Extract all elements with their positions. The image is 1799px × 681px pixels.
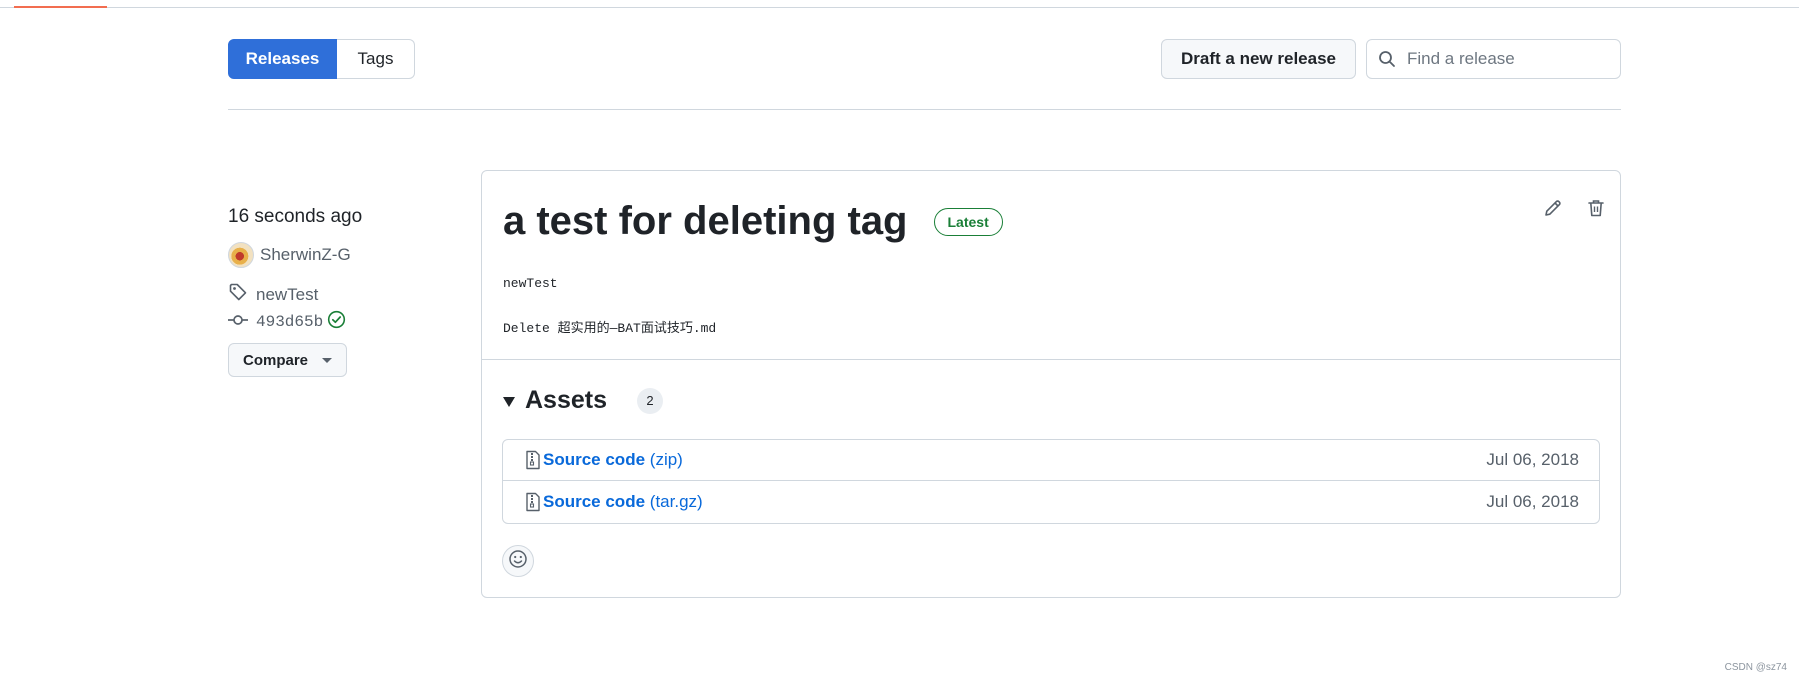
release-title-row: a test for deleting tag Latest [503, 199, 1003, 244]
caret-down-icon [322, 357, 333, 363]
watermark: CSDN @sz74 [1724, 662, 1787, 673]
trash-icon[interactable] [1581, 193, 1611, 223]
release-tag[interactable]: newTest [228, 282, 318, 307]
assets-count-badge: 2 [637, 387, 663, 414]
find-release-search [1366, 39, 1621, 79]
triangle-down-icon [503, 396, 515, 407]
release-commit[interactable]: 493d65b [228, 310, 346, 334]
release-notes: newTest Delete 超实用的—BAT面试技巧.md [503, 274, 716, 364]
header-divider [228, 109, 1621, 110]
file-zip-icon [525, 492, 541, 512]
check-circle-icon[interactable] [327, 310, 346, 334]
search-icon [1367, 40, 1407, 78]
list-item: Source code (zip) Jul 06, 2018 [503, 440, 1599, 481]
tag-icon [228, 282, 248, 307]
assets-toggle[interactable]: Assets 2 [503, 386, 663, 415]
tab-tags[interactable]: Tags [337, 39, 415, 79]
latest-badge: Latest [933, 207, 1003, 236]
source-code-zip-link[interactable]: Source code (zip) [543, 450, 683, 470]
list-item: Source code (tar.gz) Jul 06, 2018 [503, 481, 1599, 523]
assets-label: Assets [525, 386, 607, 414]
release-title[interactable]: a test for deleting tag [503, 199, 908, 244]
smiley-icon [508, 549, 528, 574]
file-zip-icon [525, 450, 541, 470]
commit-icon [228, 313, 248, 332]
release-card: a test for deleting tag Latest newTest D… [481, 170, 1621, 598]
avatar[interactable] [228, 242, 254, 268]
add-reaction-button[interactable] [502, 545, 534, 577]
pencil-icon[interactable] [1538, 193, 1568, 223]
tab-releases[interactable]: Releases [228, 39, 337, 79]
search-input[interactable] [1407, 49, 1607, 69]
compare-label: Compare [242, 351, 309, 369]
asset-date: Jul 06, 2018 [1486, 450, 1579, 469]
release-author[interactable]: SherwinZ-G [228, 242, 351, 268]
release-notes-line: Delete 超实用的—BAT面试技巧.md [503, 321, 717, 336]
top-strip [0, 0, 1799, 8]
compare-button[interactable]: Compare [228, 343, 347, 377]
releases-subnav: Releases Tags [228, 39, 415, 79]
page-load-progress [14, 6, 107, 8]
commit-sha[interactable]: 493d65b [256, 313, 323, 331]
release-time: 16 seconds ago [228, 206, 363, 227]
card-divider [482, 359, 1620, 360]
source-code-targz-link[interactable]: Source code (tar.gz) [543, 492, 703, 512]
author-name[interactable]: SherwinZ-G [260, 245, 351, 265]
release-notes-line: newTest [503, 276, 558, 291]
tag-name[interactable]: newTest [256, 285, 318, 305]
asset-list: Source code (zip) Jul 06, 2018 Source co… [502, 439, 1600, 524]
asset-date: Jul 06, 2018 [1486, 492, 1579, 511]
draft-new-release-button[interactable]: Draft a new release [1161, 39, 1356, 79]
